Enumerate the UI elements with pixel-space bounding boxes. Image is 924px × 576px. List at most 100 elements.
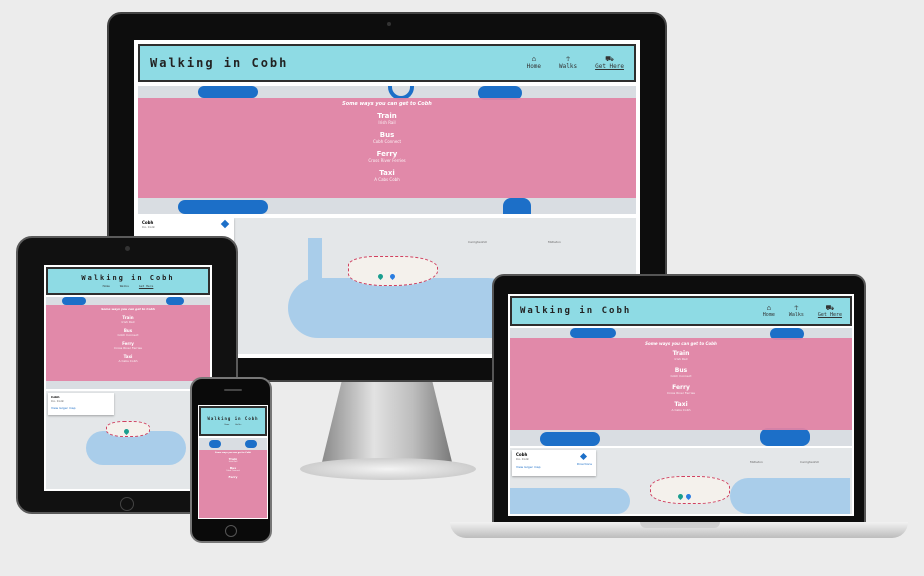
mode-train-sub: Irish Rail bbox=[378, 120, 396, 125]
mode-taxi-sub: A Cabs Cobh bbox=[118, 359, 138, 363]
laptop-hero: Some ways you can get to Cobh Train Iris… bbox=[510, 328, 852, 446]
map-card-sub: Co. Cork bbox=[51, 399, 64, 403]
river-water bbox=[308, 238, 322, 298]
hero-intro: Some ways you can get to Cobh bbox=[101, 307, 155, 311]
view-larger-map-link[interactable]: View larger map bbox=[51, 406, 111, 410]
ferry-icon bbox=[62, 297, 86, 305]
bus-icon bbox=[209, 440, 221, 448]
bus-icon bbox=[166, 297, 184, 305]
nav-walks-link[interactable]: ☥ Walks bbox=[559, 55, 577, 71]
nav-home-link[interactable]: ⌂ Home bbox=[763, 303, 775, 318]
phone-screen: Walking in Cobh Home Walks Some ways you… bbox=[198, 405, 268, 519]
map-place-label: Midleton bbox=[750, 460, 763, 464]
walk-icon: ☥ bbox=[794, 303, 799, 312]
mode-train-sub: Irish Rail bbox=[121, 320, 135, 324]
map-place-label: Midleton bbox=[548, 240, 561, 244]
hero-intro: Some ways you can get to Cobh bbox=[645, 341, 717, 346]
river-water bbox=[510, 488, 630, 514]
tablet-map[interactable]: Cobh Co. Cork View larger map bbox=[46, 391, 210, 489]
mode-bus-title: Bus bbox=[674, 367, 688, 374]
car-icon: ⛟ bbox=[605, 55, 614, 63]
laptop-map[interactable]: Carrigtwohill Midleton Cobh Co. Cork Vie… bbox=[510, 448, 852, 514]
mode-ferry-sub: Cross River Ferries bbox=[368, 158, 406, 163]
laptop-site-header: Walking in Cobh ⌂ Home ☥ Walks ⛟ Get Here bbox=[510, 296, 852, 326]
tablet-camera bbox=[125, 246, 130, 251]
walk-icon: ☥ bbox=[565, 55, 571, 63]
mode-bus-sub: Cobh Connect bbox=[670, 374, 692, 378]
tablet-transport-panel: Some ways you can get to Cobh Train Iris… bbox=[46, 305, 210, 381]
mode-taxi-sub: A Cabs Cobh bbox=[374, 177, 400, 182]
map-place-label: Carrigtwohill bbox=[468, 240, 487, 244]
desktop-transport-panel: Some ways you can get to Cobh Train Iris… bbox=[138, 98, 636, 198]
desktop-site-header: Walking in Cobh ⌂ Home ☥ Walks ⛟ Get Here bbox=[138, 44, 636, 82]
laptop-map-card: Cobh Co. Cork View larger map Directions bbox=[512, 450, 596, 476]
mode-bus-sub: Cobh Connect bbox=[117, 333, 139, 337]
nav-home-link[interactable]: Home bbox=[103, 284, 110, 288]
ferry-icon bbox=[570, 328, 616, 338]
phone-device: Walking in Cobh Home Walks Some ways you… bbox=[190, 377, 272, 543]
desktop-nav: ⌂ Home ☥ Walks ⛟ Get Here bbox=[527, 55, 624, 71]
nav-home-link[interactable]: Home bbox=[225, 424, 230, 426]
nav-walks-link[interactable]: Walks bbox=[235, 424, 241, 426]
phone-hero: Some ways you can get to Cobh Train Iris… bbox=[199, 438, 267, 518]
phone-home-button bbox=[225, 525, 237, 537]
ferry-icon bbox=[245, 440, 257, 448]
desktop-site-title: Walking in Cobh bbox=[150, 56, 289, 70]
nav-get-here-link[interactable]: Get Here bbox=[139, 284, 153, 288]
tablet-hero: Some ways you can get to Cobh Train Iris… bbox=[46, 297, 210, 389]
mode-ferry-sub: Cross River Ferries bbox=[114, 346, 142, 350]
map-place-label: Carrigtwohill bbox=[800, 460, 819, 464]
phone-site-title: Walking in Cobh bbox=[207, 416, 259, 421]
harbour-water bbox=[730, 478, 850, 514]
ferry-base-icon bbox=[178, 200, 268, 214]
tablet-site-title: Walking in Cobh bbox=[81, 274, 175, 282]
mode-ferry-title: Ferry bbox=[376, 150, 398, 158]
laptop-notch bbox=[640, 522, 720, 528]
mode-bus-sub: Cobh Connect bbox=[225, 470, 241, 472]
mode-bus-title: Bus bbox=[379, 131, 395, 139]
mode-taxi-title: Taxi bbox=[379, 169, 395, 177]
phone-transport-panel: Some ways you can get to Cobh Train Iris… bbox=[199, 450, 267, 518]
nav-home-link[interactable]: ⌂ Home bbox=[527, 56, 541, 71]
hero-intro: Some ways you can get to Cobh bbox=[342, 101, 432, 107]
cobh-island bbox=[348, 256, 438, 286]
cobh-island bbox=[650, 476, 730, 504]
tablet-map-card: Cobh Co. Cork View larger map bbox=[48, 393, 114, 415]
ferry-icon bbox=[198, 86, 258, 98]
nav-walks-link[interactable]: Walks bbox=[120, 284, 129, 288]
mode-ferry-sub: Cross River Ferries bbox=[667, 391, 695, 395]
laptop-site-title: Walking in Cobh bbox=[520, 306, 632, 316]
mode-train-sub: Irish Rail bbox=[674, 357, 688, 361]
mode-taxi-title: Taxi bbox=[674, 401, 688, 408]
tablet-nav: Home Walks Get Here bbox=[103, 284, 154, 288]
monitor-stand-base bbox=[300, 458, 476, 480]
monitor-stand-neck bbox=[322, 382, 452, 462]
laptop-screen: Walking in Cobh ⌂ Home ☥ Walks ⛟ Get Here S… bbox=[508, 294, 854, 516]
nav-walks-link[interactable]: ☥ Walks bbox=[789, 303, 804, 318]
ferry-base-icon bbox=[540, 432, 600, 446]
directions-link[interactable]: Directions bbox=[577, 462, 592, 466]
tablet-site-header: Walking in Cobh Home Walks Get Here bbox=[46, 267, 210, 295]
phone-site-header: Walking in Cobh Home Walks bbox=[199, 406, 267, 436]
monitor-camera bbox=[387, 22, 391, 26]
mode-bus-sub: Cobh Connect bbox=[372, 139, 402, 144]
home-icon: ⌂ bbox=[766, 303, 771, 312]
tablet-home-button bbox=[120, 497, 134, 511]
car-icon: ⛟ bbox=[825, 303, 835, 312]
desktop-hero: Some ways you can get to Cobh Train Iris… bbox=[138, 86, 636, 214]
mode-ferry-title: Ferry bbox=[228, 475, 238, 479]
mode-train-sub: Irish Rail bbox=[228, 461, 238, 463]
mode-train-title: Train bbox=[672, 350, 690, 357]
nav-get-here-link[interactable]: ⛟ Get Here bbox=[818, 303, 842, 318]
train-icon bbox=[760, 428, 810, 446]
nav-get-here-link[interactable]: ⛟ Get Here bbox=[595, 55, 624, 71]
laptop-device: Walking in Cobh ⌂ Home ☥ Walks ⛟ Get Here S… bbox=[492, 274, 866, 524]
mode-ferry-title: Ferry bbox=[672, 384, 690, 391]
laptop-nav: ⌂ Home ☥ Walks ⛟ Get Here bbox=[763, 303, 842, 318]
map-card-sub: Co. Cork bbox=[142, 225, 155, 229]
train-icon bbox=[503, 198, 531, 214]
phone-speaker bbox=[224, 389, 242, 391]
tablet-screen: Walking in Cobh Home Walks Get Here Some… bbox=[44, 265, 212, 491]
hero-intro: Some ways you can get to Cobh bbox=[215, 452, 251, 454]
phone-nav: Home Walks bbox=[225, 424, 242, 426]
